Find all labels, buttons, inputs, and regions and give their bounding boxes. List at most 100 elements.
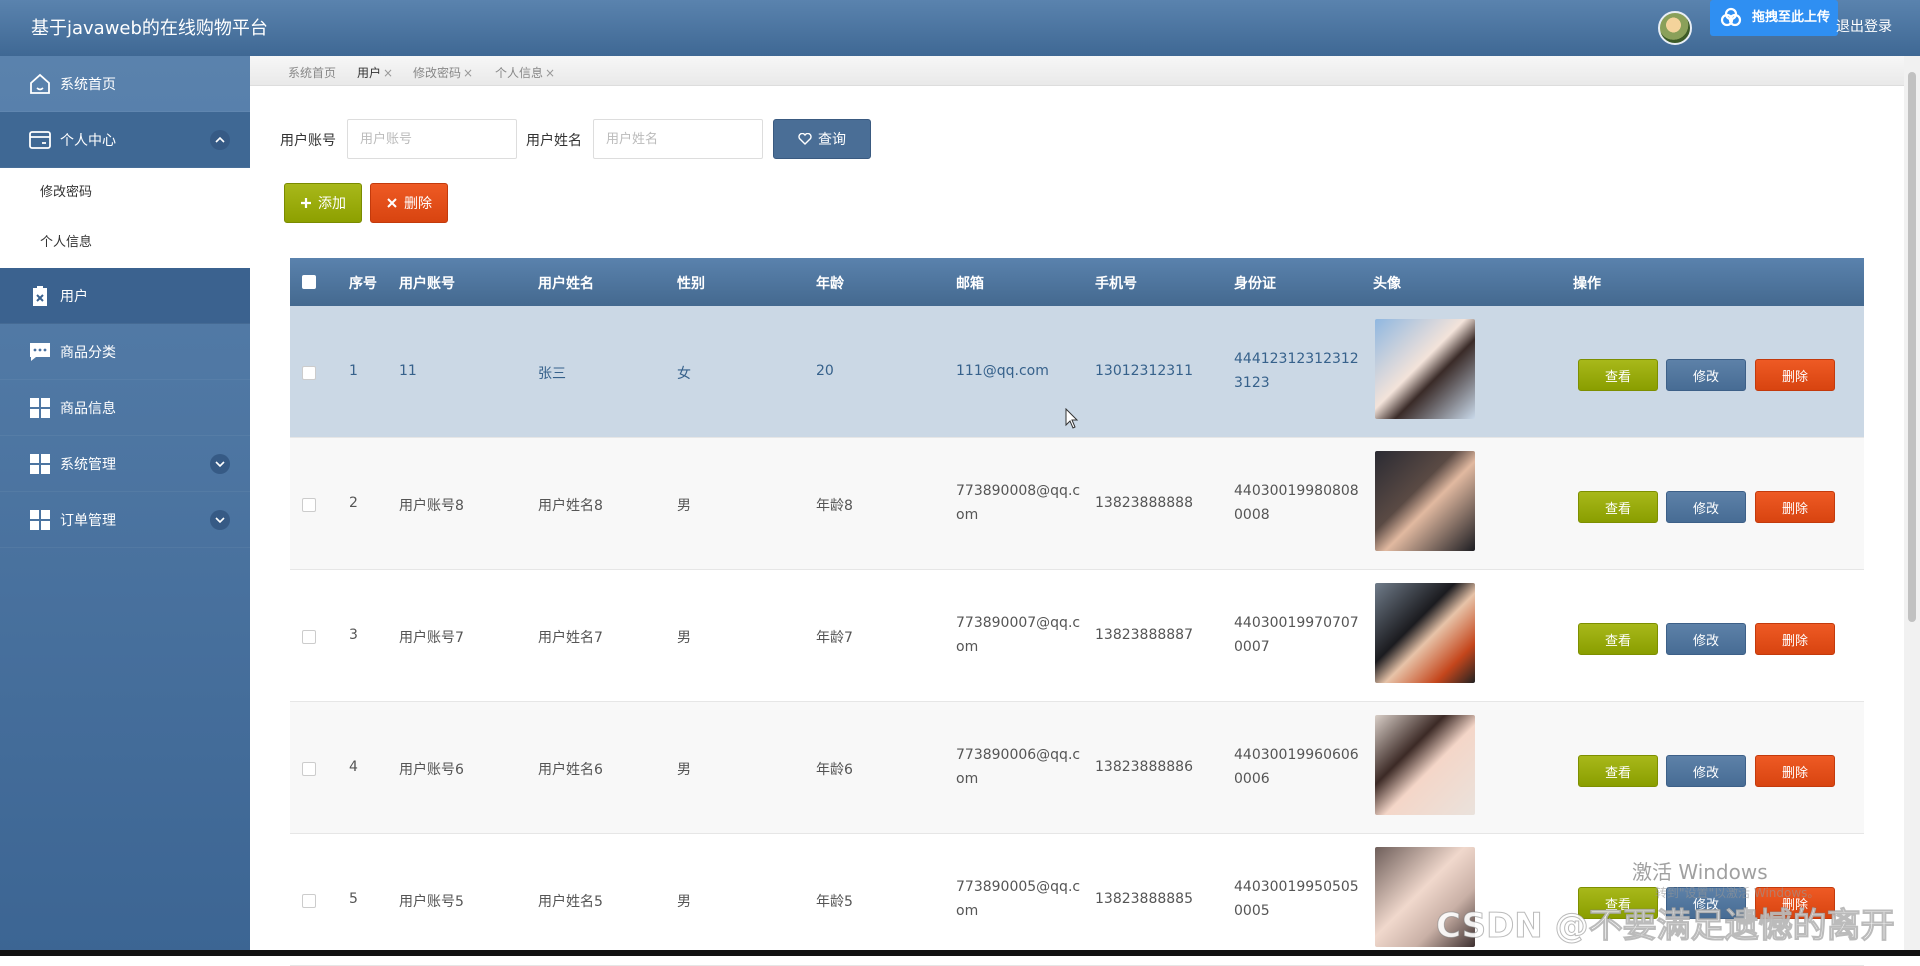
sidebar-item-home[interactable]: 系统首页: [0, 56, 250, 112]
cell-age: 年龄5: [816, 894, 853, 910]
bottom-edge: [0, 950, 1920, 956]
header-actions: 操作: [1573, 276, 1601, 292]
user-avatar-image: [1375, 715, 1475, 815]
name-search-input[interactable]: [593, 119, 763, 159]
cell-account: 用户账号8: [399, 498, 464, 514]
scroll-thumb[interactable]: [1908, 72, 1916, 622]
sidebar-subitem-change-password[interactable]: 修改密码: [0, 168, 250, 218]
cell-id-card: 44030019950505: [1234, 879, 1359, 895]
row-delete-button[interactable]: 删除: [1755, 755, 1835, 787]
view-button[interactable]: 查看: [1578, 755, 1658, 787]
cell-no: 2: [349, 495, 358, 511]
view-button[interactable]: 查看: [1578, 359, 1658, 391]
header-email: 邮箱: [956, 276, 984, 292]
bulk-delete-button[interactable]: 删除: [370, 183, 448, 223]
edit-button[interactable]: 修改: [1666, 623, 1746, 655]
row-checkbox[interactable]: [302, 366, 316, 380]
chevron-down-icon[interactable]: [210, 510, 230, 530]
cell-no: 1: [349, 363, 358, 379]
table-row[interactable]: 4 用户账号6 用户姓名6 男 年龄6 773890006@qq.c om 138238888…: [290, 702, 1864, 834]
chevron-up-icon[interactable]: [210, 130, 230, 150]
cell-email: 773890008@qq.c: [956, 483, 1081, 499]
sidebar-item-label: 商品分类: [60, 344, 116, 361]
row-delete-button[interactable]: 删除: [1755, 491, 1835, 523]
close-icon[interactable]: ×: [383, 66, 393, 80]
user-avatar[interactable]: [1658, 11, 1692, 45]
cell-account: 用户账号6: [399, 762, 464, 778]
sidebar-item-system-management[interactable]: 系统管理: [0, 436, 250, 492]
cell-email-wrap: om: [956, 771, 979, 787]
account-search-input[interactable]: [347, 119, 517, 159]
tab-home[interactable]: 系统首页: [288, 64, 336, 81]
clipboard-icon: [28, 284, 52, 308]
chevron-down-icon[interactable]: [210, 454, 230, 474]
sidebar-item-order-management[interactable]: 订单管理: [0, 492, 250, 548]
table-row[interactable]: 2 用户账号8 用户姓名8 男 年龄8 773890008@qq.c om 138238888…: [290, 438, 1864, 570]
row-checkbox[interactable]: [302, 894, 316, 908]
row-checkbox[interactable]: [302, 630, 316, 644]
cell-no: 5: [349, 891, 358, 907]
home-icon: [28, 72, 52, 96]
cell-phone: 13012312311: [1095, 363, 1193, 379]
query-button[interactable]: 查询: [773, 119, 871, 159]
page-scrollbar[interactable]: [1904, 56, 1920, 956]
edit-button[interactable]: 修改: [1666, 359, 1746, 391]
view-button[interactable]: 查看: [1578, 491, 1658, 523]
cell-account: 11: [399, 363, 417, 379]
tab-users[interactable]: 用户 ×: [357, 64, 393, 81]
view-button[interactable]: 查看: [1578, 623, 1658, 655]
close-icon[interactable]: ×: [545, 66, 555, 80]
sidebar-item-product-category[interactable]: 商品分类: [0, 324, 250, 380]
user-avatar-image: [1375, 583, 1475, 683]
cell-name: 用户姓名5: [538, 894, 603, 910]
name-label: 用户姓名: [526, 133, 582, 149]
sidebar-item-product-info[interactable]: 商品信息: [0, 380, 250, 436]
select-all-checkbox[interactable]: [302, 275, 316, 289]
grid-icon: [28, 508, 52, 532]
edit-button[interactable]: 修改: [1666, 755, 1746, 787]
sidebar-subitem-personal-info[interactable]: 个人信息: [0, 218, 250, 268]
cell-name: 用户姓名8: [538, 498, 603, 514]
user-avatar-image: [1375, 319, 1475, 419]
add-button[interactable]: 添加: [284, 183, 362, 223]
cell-email: 111@qq.com: [956, 363, 1049, 379]
sidebar-item-label: 商品信息: [60, 400, 116, 417]
row-delete-button[interactable]: 删除: [1755, 359, 1835, 391]
upload-button[interactable]: 拖拽至此上传: [1710, 0, 1838, 36]
cell-age: 年龄8: [816, 498, 853, 514]
cell-gender: 女: [677, 366, 691, 382]
row-delete-button[interactable]: 删除: [1755, 623, 1835, 655]
sidebar-item-personal-center[interactable]: 个人中心: [0, 112, 250, 168]
logout-link[interactable]: 退出登录: [1836, 16, 1892, 36]
sidebar-item-users[interactable]: 用户: [0, 268, 250, 324]
cell-email-wrap: om: [956, 507, 979, 523]
header-account: 用户账号: [399, 276, 455, 292]
sidebar-item-label: 系统管理: [60, 456, 116, 473]
tab-personal-info[interactable]: 个人信息 ×: [495, 64, 555, 81]
cell-email: 773890006@qq.c: [956, 747, 1081, 763]
edit-button[interactable]: 修改: [1666, 491, 1746, 523]
activate-windows-watermark: 激活 Windows: [1632, 860, 1768, 884]
plus-icon: [301, 198, 311, 208]
row-checkbox[interactable]: [302, 762, 316, 776]
table-header: 序号 用户账号 用户姓名 性别 年龄 邮箱 手机号 身份证 头像 操作: [290, 258, 1864, 306]
cell-name: 张三: [538, 366, 566, 382]
app-title: 基于javaweb的在线购物平台: [31, 18, 268, 39]
cell-age: 年龄6: [816, 762, 853, 778]
cell-no: 3: [349, 627, 358, 643]
tab-bar: 系统首页 用户 × 修改密码 × 个人信息 ×: [250, 56, 1904, 86]
top-bar: 基于javaweb的在线购物平台 拖拽至此上传 退出登录: [0, 0, 1920, 56]
user-avatar-image: [1375, 451, 1475, 551]
mouse-cursor-icon: [1065, 408, 1079, 429]
sidebar-item-label: 用户: [60, 288, 88, 305]
personal-center-submenu: 修改密码 个人信息: [0, 168, 250, 268]
tab-change-password[interactable]: 修改密码 ×: [413, 64, 473, 81]
table-row[interactable]: 3 用户账号7 用户姓名7 男 年龄7 773890007@qq.c om 138238888…: [290, 570, 1864, 702]
header-phone: 手机号: [1095, 276, 1137, 292]
close-icon[interactable]: ×: [463, 66, 473, 80]
cell-email: 773890005@qq.c: [956, 879, 1081, 895]
row-checkbox[interactable]: [302, 498, 316, 512]
query-label: 查询: [818, 132, 846, 148]
cell-id-card-wrap: 0005: [1234, 903, 1270, 919]
cell-gender: 男: [677, 498, 691, 514]
